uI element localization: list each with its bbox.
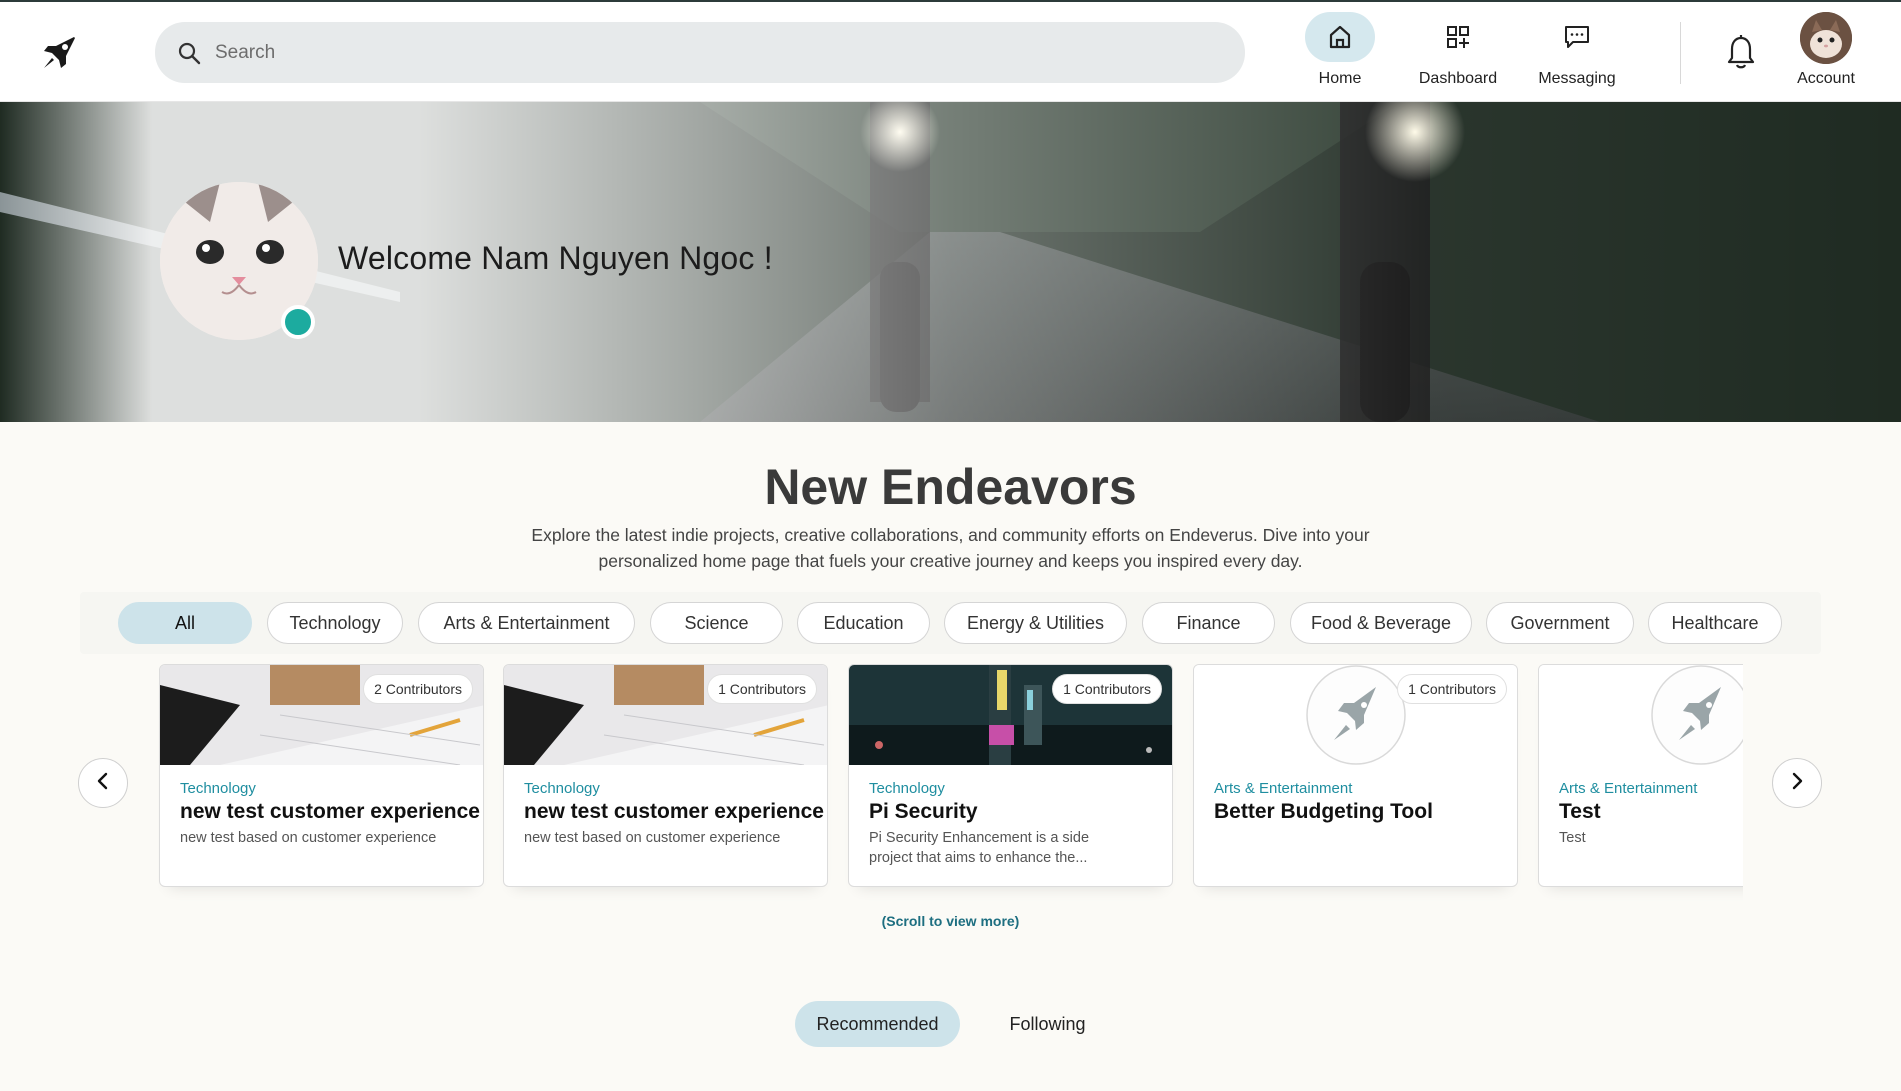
filter-chip-government[interactable]: Government	[1486, 602, 1634, 644]
contributors-badge: 1 Contributors	[1397, 674, 1507, 704]
endeavor-carousel[interactable]: 2 Contributors Technology new test custo…	[158, 664, 1743, 904]
card-description: Pi Security Enhancement is a side projec…	[869, 830, 1090, 866]
card-category: Technology	[524, 780, 600, 797]
card-category: Arts & Entertainment	[1214, 780, 1353, 797]
filter-chip-food-beverage[interactable]: Food & Beverage	[1290, 602, 1472, 644]
filter-chip-education[interactable]: Education	[797, 602, 930, 644]
card-image	[1539, 665, 1743, 765]
endeavor-card[interactable]: 1 Contributors Technology new test custo…	[503, 664, 828, 887]
card-category: Arts & Entertainment	[1559, 780, 1698, 797]
filter-chip-energy-utilities[interactable]: Energy & Utilities	[944, 602, 1127, 644]
home-icon	[1305, 12, 1375, 62]
section-description: Explore the latest indie projects, creat…	[531, 525, 1370, 571]
chevron-right-icon	[1787, 771, 1807, 796]
section-title: New Endeavors	[764, 459, 1137, 515]
nav-dashboard[interactable]: Dashboard	[1403, 12, 1513, 94]
endeavor-card[interactable]: 1 Contributors Arts & Entertainment Bett…	[1193, 664, 1518, 887]
welcome-message: Welcome Nam Nguyen Ngoc !	[338, 240, 773, 276]
filter-chip-all[interactable]: All	[118, 602, 252, 644]
endeavor-card[interactable]: Arts & Entertainment Test Test	[1538, 664, 1743, 887]
search-bar[interactable]	[155, 22, 1245, 83]
nav-dashboard-label: Dashboard	[1418, 70, 1498, 87]
card-description: new test based on customer experience	[524, 830, 781, 846]
account-menu[interactable]: Account	[1790, 12, 1862, 96]
nav-home-label: Home	[1318, 70, 1362, 87]
tab-recommended[interactable]: Recommended	[795, 1001, 960, 1047]
profile-banner: Welcome Nam Nguyen Ngoc !	[0, 102, 1901, 422]
card-category: Technology	[869, 780, 945, 797]
card-title: Better Budgeting Tool	[1214, 800, 1433, 823]
top-navbar: Home Dashboard Messaging Account	[0, 2, 1901, 102]
nav-home[interactable]: Home	[1285, 12, 1395, 94]
nav-messaging[interactable]: Messaging	[1522, 12, 1632, 94]
filter-chip-technology[interactable]: Technology	[267, 602, 403, 644]
scroll-hint: (Scroll to view more)	[881, 913, 1020, 929]
carousel-prev-button[interactable]	[78, 758, 128, 808]
card-title: Pi Security	[869, 800, 978, 823]
search-icon	[177, 41, 201, 65]
online-status-indicator	[281, 305, 315, 339]
carousel-next-button[interactable]	[1772, 758, 1822, 808]
filter-chip-science[interactable]: Science	[650, 602, 783, 644]
contributors-badge: 2 Contributors	[363, 674, 473, 704]
endeavor-card[interactable]: 1 Contributors Technology Pi Security Pi…	[848, 664, 1173, 887]
contributors-badge: 1 Contributors	[707, 674, 817, 704]
filter-chip-healthcare[interactable]: Healthcare	[1648, 602, 1782, 644]
card-description: new test based on customer experience	[180, 830, 437, 846]
bell-icon[interactable]	[1725, 32, 1757, 72]
rocket-logo-icon[interactable]	[40, 32, 80, 72]
dashboard-icon	[1423, 12, 1493, 62]
message-icon	[1542, 12, 1612, 62]
account-label: Account	[1797, 70, 1855, 87]
chevron-left-icon	[93, 771, 113, 796]
endeavor-card[interactable]: 2 Contributors Technology new test custo…	[159, 664, 484, 887]
nav-divider	[1680, 22, 1681, 84]
avatar	[1800, 12, 1852, 64]
filter-chip-finance[interactable]: Finance	[1142, 602, 1275, 644]
nav-messaging-label: Messaging	[1538, 70, 1616, 87]
card-title: Test	[1559, 800, 1601, 823]
card-title: new test customer experience	[180, 800, 480, 823]
filter-chip-arts-entertainment[interactable]: Arts & Entertainment	[418, 602, 635, 644]
card-category: Technology	[180, 780, 256, 797]
card-description: Test	[1559, 830, 1586, 846]
tab-following[interactable]: Following	[980, 1001, 1115, 1047]
contributors-badge: 1 Contributors	[1052, 674, 1162, 704]
search-input[interactable]	[215, 22, 1215, 83]
card-title: new test customer experience	[524, 800, 824, 823]
